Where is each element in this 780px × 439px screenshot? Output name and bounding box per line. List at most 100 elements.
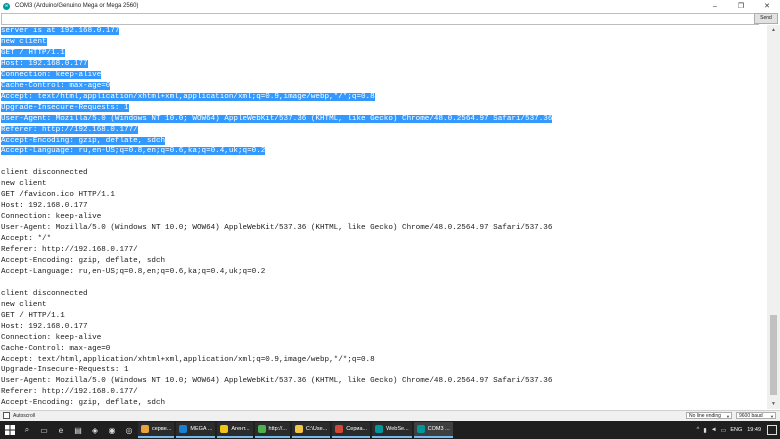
taskbar-apps: серве... MEGA ... Агент... http://... C:\Use… [136, 422, 453, 438]
serial-line-text: Connection: keep-alive [1, 213, 102, 222]
app-icon [141, 425, 149, 433]
serial-line: Cache-Control: max-age=0 [1, 81, 111, 91]
windows-start-icon[interactable] [3, 423, 17, 437]
scrollbar-thumb[interactable] [770, 315, 777, 395]
system-tray: ^ ▮ ◄ ▭ ENG 19:49 [697, 421, 780, 439]
chevron-down-icon: ▼ [770, 414, 774, 419]
line-ending-value: No line ending [689, 413, 721, 419]
close-button[interactable]: ✕ [754, 0, 780, 12]
serial-line-text: client disconnected [1, 289, 88, 298]
serial-line: Accept: text/html,application/xhtml+xml,… [1, 92, 375, 102]
taskbar-app-label: MEGA ... [190, 426, 213, 432]
autoscroll-label: Autoscroll [13, 412, 35, 419]
serial-line: User-Agent: Mozilla/5.0 (Windows NT 10.0… [1, 376, 552, 386]
window-title: COM3 (Arduino/Genuino Mega or Mega 2560) [15, 3, 139, 9]
serial-line-text: Accept-Encoding: gzip, deflate, sdch [1, 256, 166, 265]
taskbar-app-label: Агент... [231, 426, 250, 432]
serial-line: Referer: http://192.168.0.177/ [1, 125, 138, 135]
app-icon [179, 425, 188, 433]
autoscroll-checkbox[interactable] [3, 412, 10, 419]
serial-line-text: new client [1, 180, 47, 189]
serial-line-text: Cache-Control: max-age=0 [1, 344, 111, 353]
serial-line-text: Accept-Language: ru,en-US;q=0.8,en;q=0.6… [1, 267, 266, 276]
taskbar-app-label: Сериа... [346, 426, 368, 432]
send-row: Send [0, 12, 780, 25]
serial-line: server is at 192.168.0.177 [1, 26, 120, 36]
autoscroll-toggle[interactable]: Autoscroll [3, 412, 35, 419]
window-controls: – ❐ ✕ [702, 0, 780, 12]
app-icon [416, 425, 425, 433]
serial-line-text: Cache-Control: max-age=0 [1, 81, 111, 90]
baud-rate-value: 9600 baud [739, 413, 763, 419]
arduino-icon: ∞ [3, 2, 10, 10]
chrome-icon[interactable]: ◎ [122, 423, 136, 437]
taskbar-app[interactable]: серве... [138, 422, 175, 438]
notification-icon[interactable] [767, 425, 777, 435]
store-icon[interactable]: ◈ [88, 423, 102, 437]
maximize-button[interactable]: ❐ [728, 0, 754, 12]
taskbar: ⌕ ▭ e ▤ ◈ ◉ ◎ серве... MEGA ... Агент... ht… [0, 421, 780, 439]
taskbar-app[interactable]: MEGA ... [176, 422, 216, 438]
language-indicator[interactable]: ENG [730, 427, 742, 433]
serial-line: Accept-Encoding: gzip, deflate, sdch [1, 398, 165, 408]
media-player-icon[interactable]: ◉ [105, 423, 119, 437]
serial-line-text: Accept-Language: ru,en-US;q=0.8,en;q=0.6… [1, 147, 266, 156]
app-icon [335, 425, 344, 433]
serial-line: new client [1, 179, 47, 189]
taskbar-app[interactable]: WebSe... [372, 422, 412, 438]
serial-line: Connection: keep-alive [1, 333, 101, 343]
battery-icon[interactable]: ▭ [721, 427, 727, 434]
chevron-down-icon: ▼ [726, 414, 730, 419]
serial-line: Upgrade-Insecure-Requests: 1 [1, 103, 129, 113]
line-ending-select[interactable]: No line ending ▼ [686, 412, 732, 419]
scroll-down-icon[interactable]: ▼ [767, 399, 780, 409]
edge-browser-icon[interactable]: e [54, 423, 68, 437]
serial-line: GET / HTTP/1.1 [1, 311, 65, 321]
network-icon[interactable]: ▮ [703, 427, 706, 434]
tray-chevron-icon[interactable]: ^ [697, 427, 700, 433]
serial-line: GET /favicon.ico HTTP/1.1 [1, 190, 115, 200]
serial-line: client disconnected [1, 168, 88, 178]
volume-icon[interactable]: ◄ [711, 427, 717, 433]
serial-line: Referer: http://192.168.0.177/ [1, 245, 138, 255]
serial-line: Accept-Encoding: gzip, deflate, sdch [1, 136, 166, 146]
search-icon[interactable]: ⌕ [20, 423, 34, 437]
serial-line-text: Upgrade-Insecure-Requests: 1 [1, 366, 129, 375]
scroll-up-icon[interactable]: ▲ [767, 25, 780, 35]
taskbar-app[interactable]: C:\Use... [291, 422, 331, 438]
serial-output[interactable]: server is at 192.168.0.177 new client GET … [0, 25, 767, 409]
serial-line-text: new client [1, 300, 47, 309]
send-button[interactable]: Send [754, 13, 778, 24]
bottom-bar: Autoscroll No line ending ▼ 9600 baud ▼ [0, 410, 780, 421]
serial-line: Accept: */* [1, 234, 51, 244]
app-icon [220, 425, 229, 433]
serial-line-text: Connection: keep-alive [1, 333, 102, 342]
taskbar-app-label: WebSe... [386, 426, 409, 432]
serial-input[interactable] [1, 13, 759, 25]
taskbar-app-label: http://... [268, 426, 287, 432]
taskbar-app[interactable]: COM3 ... [413, 422, 453, 438]
serial-line-text: Upgrade-Insecure-Requests: 1 [1, 103, 129, 112]
app-icon [375, 425, 384, 433]
serial-line-text: GET / HTTP/1.1 [1, 311, 65, 320]
serial-line: Host: 192.168.0.177 [1, 201, 88, 211]
serial-line: Host: 192.168.0.177 [1, 59, 88, 69]
serial-line-text: client disconnected [1, 169, 88, 178]
serial-line: Cache-Control: max-age=0 [1, 344, 110, 354]
file-explorer-icon[interactable]: ▤ [71, 423, 85, 437]
taskbar-app[interactable]: http://... [254, 422, 290, 438]
baud-rate-select[interactable]: 9600 baud ▼ [736, 412, 776, 419]
clock[interactable]: 19:49 [747, 427, 761, 433]
serial-line-text: Host: 192.168.0.177 [1, 322, 88, 331]
serial-line: Connection: keep-alive [1, 70, 102, 80]
serial-line: Accept-Language: ru,en-US;q=0.8,en;q=0.6… [1, 146, 266, 156]
taskbar-app[interactable]: Сериа... [332, 422, 371, 438]
minimize-button[interactable]: – [702, 0, 728, 12]
vertical-scrollbar[interactable]: ▲ ▼ [767, 25, 780, 409]
serial-line: Accept-Encoding: gzip, deflate, sdch [1, 256, 165, 266]
app-icon [294, 425, 303, 433]
serial-line: Upgrade-Insecure-Requests: 1 [1, 365, 129, 375]
serial-line-text: Referer: http://192.168.0.177/ [1, 388, 138, 397]
taskbar-app[interactable]: Агент... [217, 422, 253, 438]
task-view-icon[interactable]: ▭ [37, 423, 51, 437]
